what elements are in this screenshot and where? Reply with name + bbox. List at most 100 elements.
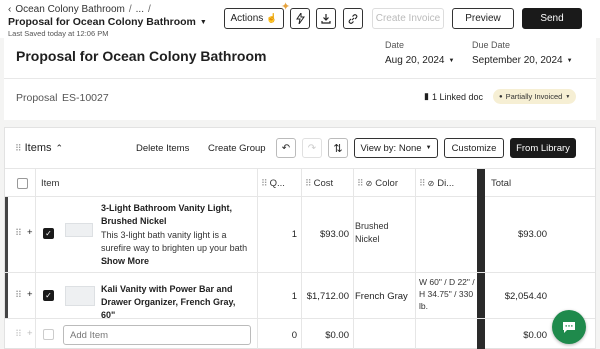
date-picker[interactable]: Aug 20, 2024 ▼	[385, 55, 454, 66]
lightning-button[interactable]	[290, 8, 310, 29]
cost-cell[interactable]: $93.00	[305, 229, 349, 240]
date-value: Aug 20, 2024	[385, 55, 445, 66]
add-row-icon[interactable]: +	[27, 289, 33, 300]
drag-handle-icon[interactable]: ⠿	[15, 228, 22, 239]
col-color[interactable]: ⠿ ⊘ Color	[357, 169, 398, 197]
download-icon	[321, 13, 331, 24]
breadcrumb: ‹ Ocean Colony Bathroom / ... /	[8, 4, 151, 15]
status-badge[interactable]: ● Partially Invoiced ▼	[493, 89, 577, 104]
linked-doc-label: 1 Linked doc	[431, 91, 483, 102]
add-row-icon: +	[27, 328, 33, 339]
col-total[interactable]: Total	[491, 169, 511, 197]
undo-button[interactable]: ↶	[276, 138, 296, 158]
add-row-icon[interactable]: +	[27, 227, 33, 238]
document-icon: ▮	[424, 91, 429, 101]
drag-handle-icon[interactable]: ⠿	[15, 290, 22, 301]
create-group-button[interactable]: Create Group	[208, 143, 266, 154]
preview-button[interactable]: Preview	[452, 8, 514, 29]
back-chevron-icon[interactable]: ‹	[8, 4, 11, 15]
due-date-value: September 20, 2024	[472, 55, 563, 66]
item-name: 3-Light Bathroom Vanity Light, Brushed N…	[101, 203, 232, 226]
qty-cell[interactable]: 1	[261, 291, 297, 302]
eye-off-icon: ⊘	[365, 178, 373, 188]
table-row[interactable]: ⠿ + ✓ 3-Light Bathroom Vanity Light, Bru…	[5, 197, 595, 273]
date-label: Date	[385, 40, 405, 50]
proposal-number: ES-10027	[62, 92, 109, 104]
send-button[interactable]: Send	[522, 8, 582, 29]
col-dims[interactable]: ⠿ ⊘ Di...	[419, 169, 454, 197]
breadcrumb-separator: /	[128, 4, 132, 15]
table-row[interactable]: ⠿ + ✓ Kali Vanity with Power Bar and Dra…	[5, 273, 595, 320]
color-cell[interactable]: Brushed Nickel	[355, 220, 411, 246]
cost-cell[interactable]: $0.00	[305, 330, 349, 341]
sort-button[interactable]: ⇅	[328, 138, 348, 158]
drag-handle-icon: ⠿	[419, 177, 426, 188]
last-saved: Last Saved today at 12:06 PM	[8, 29, 109, 38]
drag-handle-icon: ⠿	[15, 329, 22, 340]
view-by-label: View by: None	[360, 142, 422, 154]
col-qty[interactable]: ⠿ Q...	[261, 169, 285, 197]
add-item-input[interactable]: Add Item	[63, 325, 251, 345]
add-item-row: ⠿ + Add Item 0 $0.00 $0.00	[5, 319, 595, 349]
item-name: Kali Vanity with Power Bar and Drawer Or…	[101, 284, 236, 320]
download-button[interactable]	[316, 8, 336, 29]
col-cost[interactable]: ⠿ Cost	[305, 169, 333, 197]
status-label: Partially Invoiced	[505, 92, 563, 101]
caret-down-icon: ▼	[566, 57, 573, 64]
link-button[interactable]	[343, 8, 363, 29]
cost-cell[interactable]: $1,712.00	[305, 291, 349, 302]
redo-icon: ↷	[307, 142, 317, 154]
qty-cell[interactable]: 0	[261, 330, 297, 341]
col-qty-label: Q...	[269, 177, 285, 189]
redo-button[interactable]: ↷	[302, 138, 322, 158]
breadcrumb-project[interactable]: Ocean Colony Bathroom	[15, 4, 125, 15]
doc-title-dropdown[interactable]: Proposal for Ocean Colony Bathroom ▼	[8, 16, 207, 28]
divider	[4, 78, 596, 79]
col-item[interactable]: Item	[41, 169, 59, 197]
cursor-icon: ☝	[266, 13, 278, 23]
page-title: Proposal for Ocean Colony Bathroom	[16, 48, 267, 64]
undo-icon: ↶	[281, 142, 291, 154]
sort-icon: ⇅	[333, 142, 343, 155]
caret-down-icon: ▼	[199, 18, 207, 26]
linked-docs[interactable]: ▮ 1 Linked doc	[424, 91, 483, 102]
row-checkbox[interactable]: ✓	[43, 228, 54, 239]
customize-button[interactable]: Customize	[444, 138, 504, 158]
drag-handle-icon: ⠿	[261, 177, 268, 188]
caret-down-icon: ▼	[565, 93, 571, 100]
dims-cell[interactable]: W 60" / D 22" / H 34.75" / 330 lb.	[419, 276, 475, 312]
row-checkbox[interactable]: ✓	[43, 290, 54, 301]
from-library-button[interactable]: From Library	[510, 138, 576, 158]
items-header[interactable]: ⠿ Items ⌃	[15, 142, 63, 154]
actions-label: Actions	[230, 13, 264, 24]
color-cell[interactable]: French Gray	[355, 291, 408, 302]
proposal-summary-card: Proposal for Ocean Colony Bathroom Date …	[4, 38, 596, 120]
chat-button[interactable]	[552, 310, 586, 344]
total-cell: $2,054.40	[504, 291, 547, 302]
total-cell: $93.00	[517, 229, 547, 240]
qty-cell[interactable]: 1	[261, 229, 297, 240]
item-thumbnail	[65, 223, 93, 237]
items-title: Items	[24, 142, 52, 154]
delete-items-button[interactable]: Delete Items	[136, 143, 189, 154]
proposal-label: Proposal	[16, 92, 58, 104]
actions-button[interactable]: Actions ☝	[224, 8, 284, 29]
eye-off-icon: ⊘	[427, 178, 435, 188]
items-toolbar: ⠿ Items ⌃ Delete Items Create Group ↶ ↷ …	[5, 128, 595, 169]
col-cost-label: Cost	[313, 177, 334, 189]
item-thumbnail	[65, 286, 95, 306]
create-invoice-button[interactable]: Create Invoice	[372, 8, 444, 29]
drag-handle-icon: ⠿	[357, 177, 364, 188]
due-date-picker[interactable]: September 20, 2024 ▼	[472, 55, 573, 66]
show-more-link[interactable]: Show More	[101, 256, 149, 266]
select-all-checkbox[interactable]	[17, 169, 28, 197]
sparkle-icon: ✦	[281, 1, 291, 13]
due-date-label: Due Date	[472, 40, 511, 50]
drag-handle-icon[interactable]: ⠿	[15, 143, 22, 154]
row-indicator	[5, 273, 8, 318]
row-indicator	[5, 197, 8, 272]
row-checkbox[interactable]	[43, 329, 54, 343]
top-bar: ‹ Ocean Colony Bathroom / ... / Proposal…	[0, 0, 600, 38]
breadcrumb-more[interactable]: ...	[136, 4, 144, 15]
view-by-dropdown[interactable]: View by: None ▼	[354, 138, 438, 158]
